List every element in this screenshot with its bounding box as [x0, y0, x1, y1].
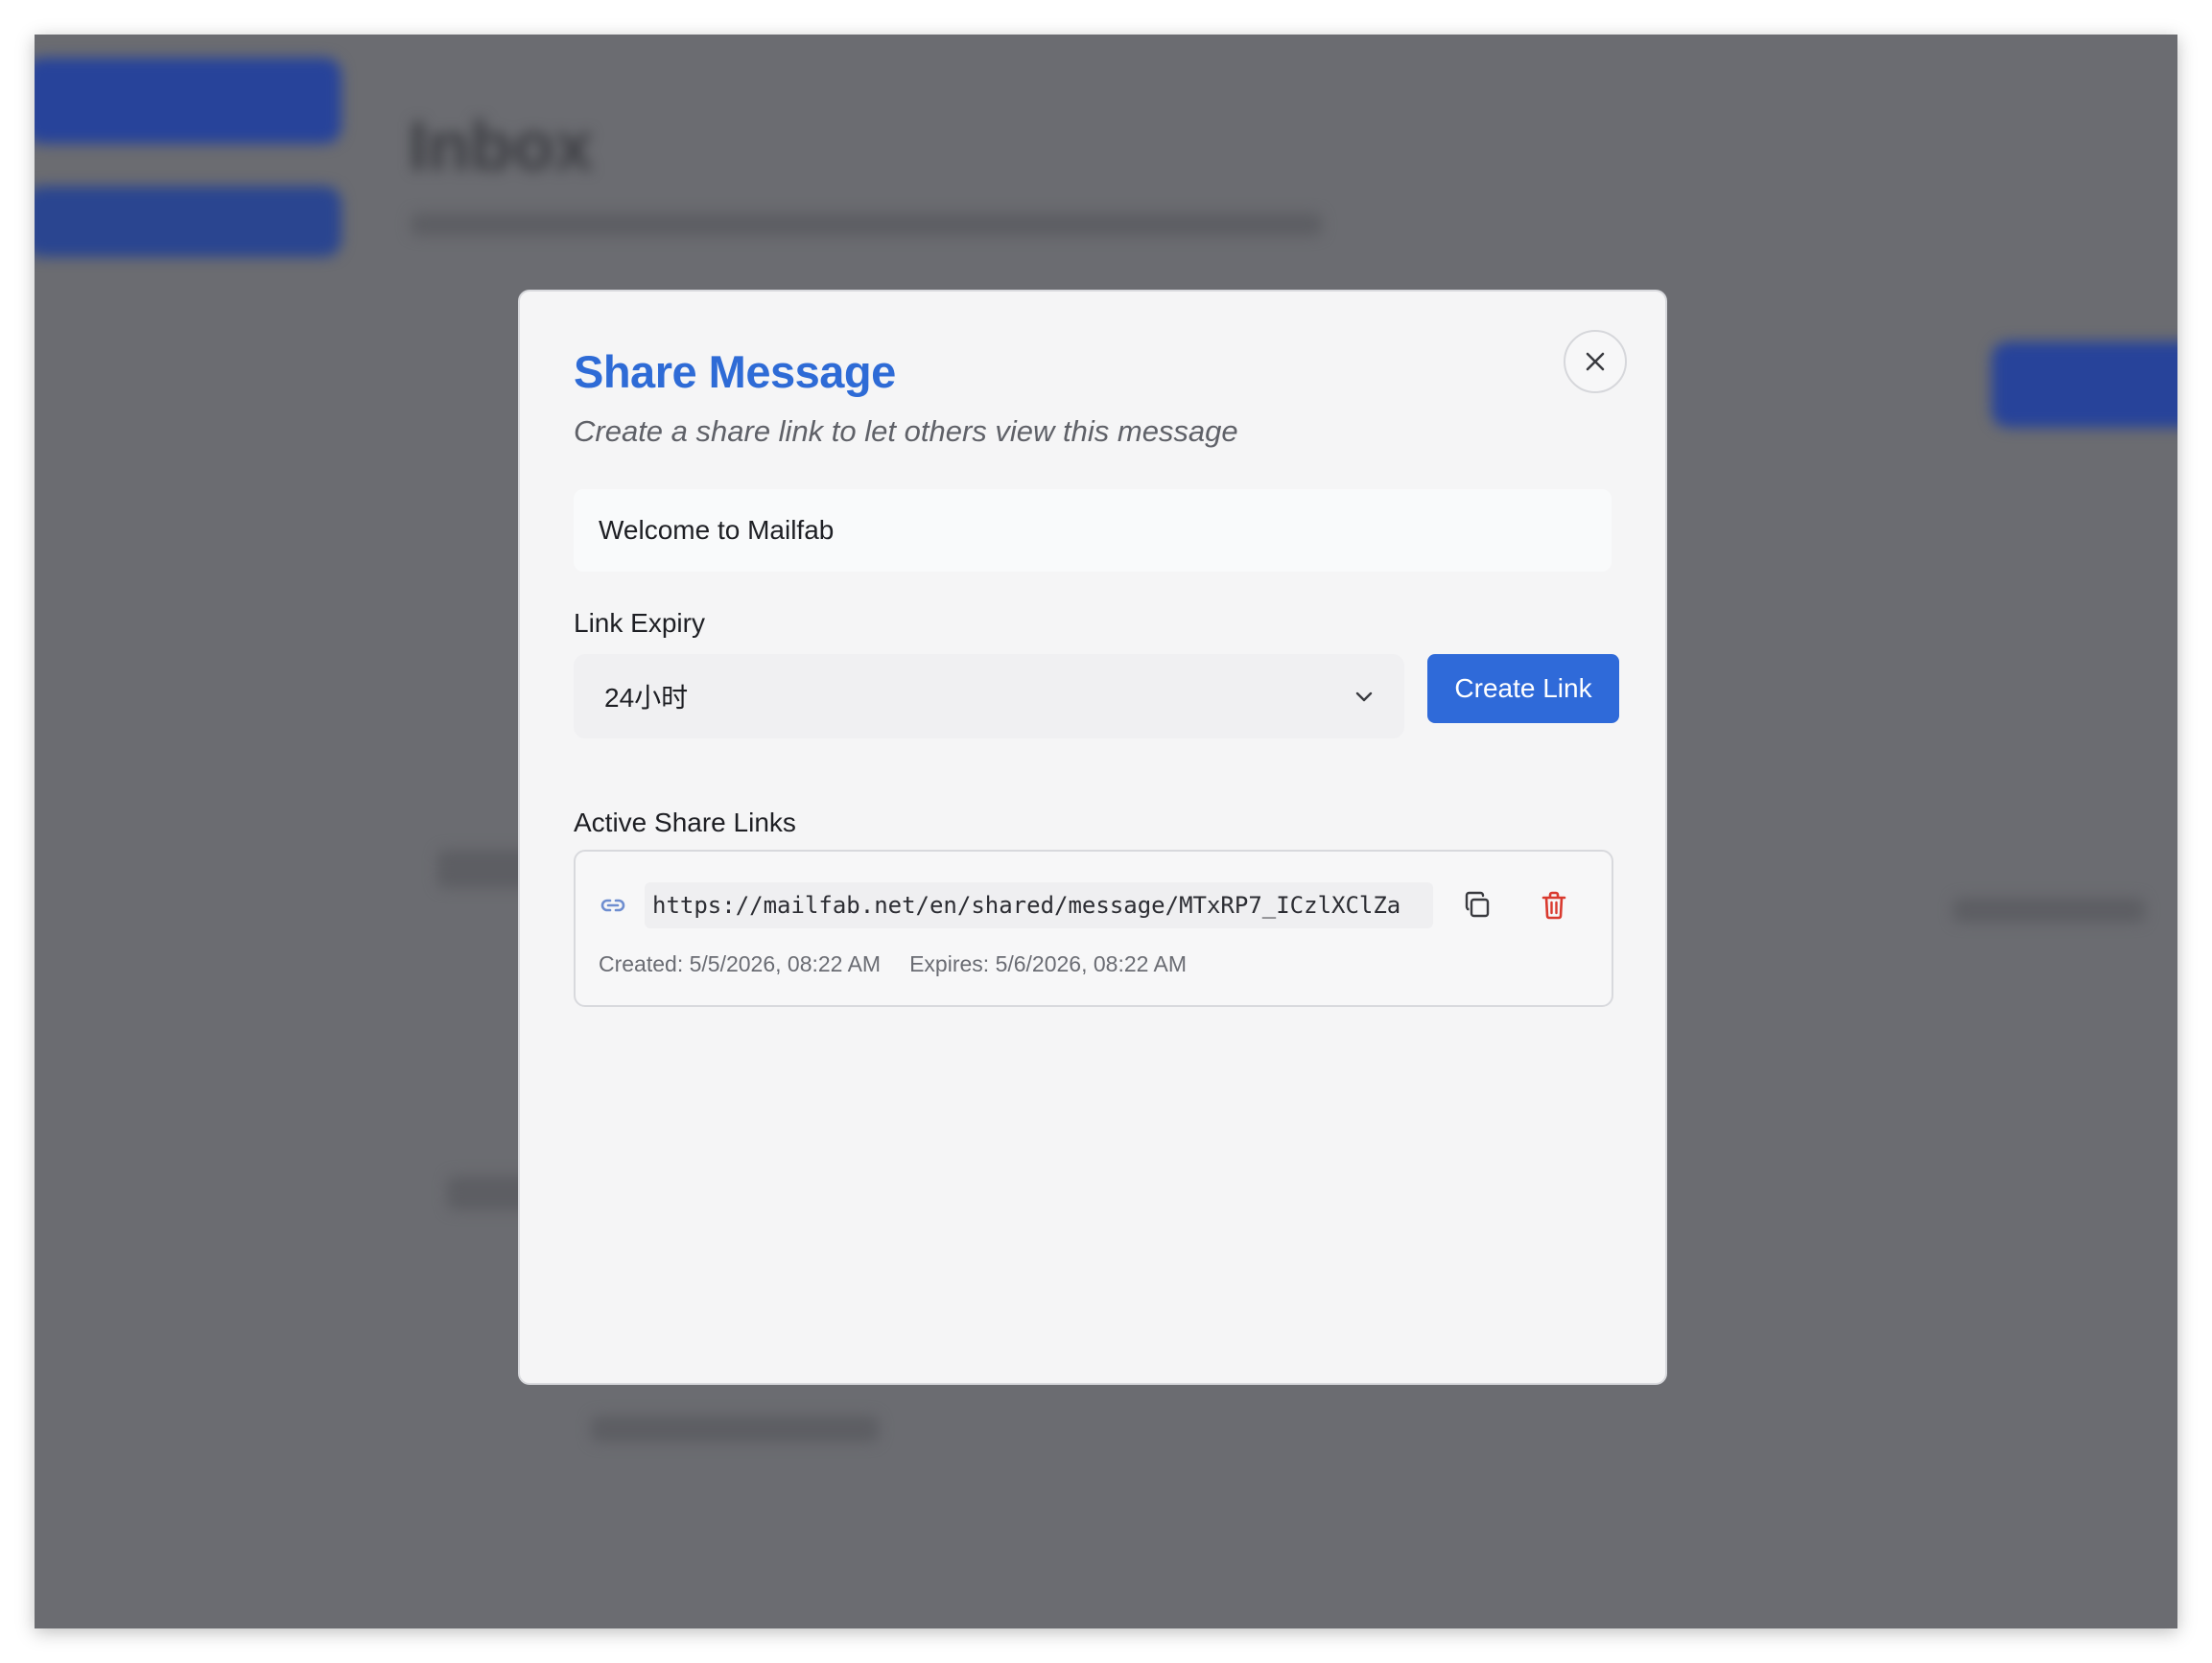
- bg-page-description: [411, 213, 1322, 236]
- bg-list-row: [591, 1416, 879, 1442]
- link-icon: [599, 894, 627, 922]
- close-icon: [1586, 352, 1605, 371]
- share-link-url[interactable]: https://mailfab.net/en/shared/message/MT…: [645, 882, 1433, 928]
- share-message-dialog: Share Message Create a share link to let…: [518, 290, 1667, 1385]
- dialog-subtitle: Create a share link to let others view t…: [574, 414, 1238, 448]
- copy-link-button[interactable]: [1452, 880, 1502, 930]
- dialog-title: Share Message: [574, 346, 896, 397]
- bg-list-row: [1953, 898, 2145, 923]
- bg-sidebar-button-primary: [35, 58, 341, 144]
- bg-sidebar-button-secondary: [35, 186, 341, 257]
- share-link-item: https://mailfab.net/en/shared/message/MT…: [574, 850, 1613, 1007]
- message-subject-field: Welcome to Mailfab: [574, 489, 1612, 572]
- bg-action-button: [1991, 341, 2177, 428]
- share-link-meta: Created: 5/5/2026, 08:22 AM Expires: 5/6/…: [599, 951, 1187, 977]
- expiry-selected-value: 24小时: [604, 683, 689, 713]
- link-expiry-label: Link Expiry: [574, 608, 705, 638]
- trash-icon: [1541, 891, 1566, 920]
- expires-timestamp: Expires: 5/6/2026, 08:22 AM: [909, 951, 1188, 976]
- copy-icon: [1465, 891, 1490, 918]
- delete-link-button[interactable]: [1529, 880, 1579, 930]
- app-window: Inbox Share Message Create a share link …: [35, 35, 2177, 1628]
- active-share-links-label: Active Share Links: [574, 808, 796, 837]
- chevron-down-icon: [1355, 691, 1373, 702]
- create-link-button[interactable]: Create Link: [1427, 654, 1619, 723]
- created-timestamp: Created: 5/5/2026, 08:22 AM: [599, 951, 882, 976]
- link-expiry-select[interactable]: 24小时: [574, 654, 1404, 738]
- bg-page-title: Inbox: [409, 108, 593, 185]
- close-button[interactable]: [1564, 330, 1627, 393]
